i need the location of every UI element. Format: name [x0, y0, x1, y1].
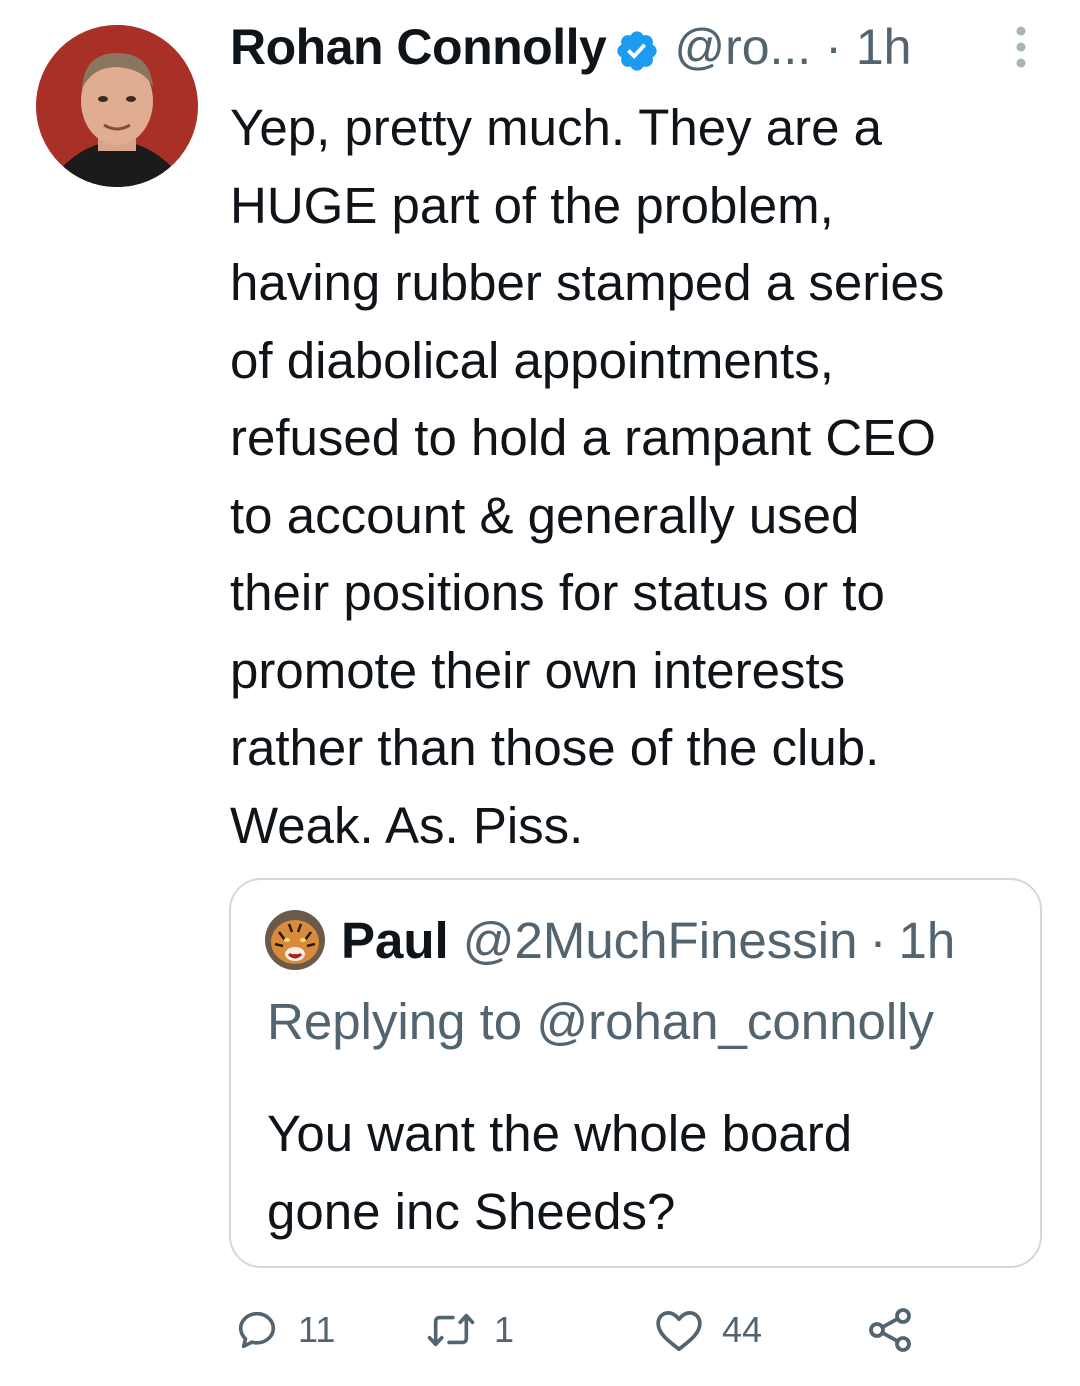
more-vertical-icon [1016, 26, 1026, 68]
tweet-text-line: their positions for status or to [230, 564, 885, 621]
like-button[interactable]: 44 [654, 1300, 762, 1360]
tweet-timestamp[interactable]: 1h [856, 14, 912, 80]
verified-badge-icon [614, 24, 660, 71]
quoted-author-handle[interactable]: @2MuchFinessin [463, 911, 858, 970]
retweet-button[interactable]: 1 [426, 1300, 514, 1360]
separator-dot: · [869, 911, 887, 969]
quoted-tweet-text-line: gone inc Sheeds? [267, 1183, 676, 1240]
tweet-header: Rohan Connolly @ro... · 1h [230, 14, 1040, 80]
tweet-text-line: Yep, pretty much. They are a [230, 99, 883, 156]
reply-icon [238, 1311, 276, 1349]
tweet-text-line: of diabolical appointments, [230, 331, 834, 389]
separator-dot: · [825, 19, 842, 75]
tiger-avatar-icon [265, 910, 325, 970]
author-avatar[interactable] [36, 25, 198, 187]
tweet-text-line: refused to hold a rampant CEO [230, 409, 936, 466]
quoted-tweet-header: Paul @2MuchFinessin · 1h [341, 908, 955, 972]
replying-to-label: Replying to @rohan_connolly [267, 993, 935, 1050]
quoted-tweet-timestamp[interactable]: 1h [898, 911, 955, 970]
heart-icon [656, 1311, 702, 1352]
quoted-author-display-name[interactable]: Paul [341, 911, 449, 970]
retweet-count: 1 [494, 1309, 515, 1350]
author-display-name[interactable]: Rohan Connolly [230, 14, 607, 80]
tweet-text-line: Weak. As. Piss. [230, 796, 584, 854]
more-options-button[interactable] [1012, 24, 1030, 70]
quoted-tweet-text-line: You want the whole board [267, 1105, 853, 1162]
quoted-author-avatar[interactable] [265, 910, 325, 970]
like-count: 44 [722, 1309, 763, 1350]
tweet-action-bar: 11 1 44 [230, 1300, 1030, 1360]
author-handle[interactable]: @ro... [674, 14, 811, 80]
tweet-text-line: to account & generally used [230, 486, 860, 544]
tweet-text-line: HUGE part of the problem, [230, 176, 834, 234]
tweet-text-line: having rubber stamped a series [230, 254, 945, 311]
quoted-tweet-card[interactable]: Paul @2MuchFinessin · 1h Replying to @ro… [229, 878, 1042, 1268]
reply-button[interactable]: 11 [234, 1300, 335, 1360]
quoted-tweet-text: You want the whole board gone inc Sheeds… [267, 1095, 852, 1251]
tweet-text: Yep, pretty much. They are a HUGE part o… [230, 89, 1060, 864]
tweet-text-line: promote their own interests [230, 641, 846, 699]
user-avatar-photo-icon [36, 25, 198, 187]
share-icon [869, 1308, 911, 1352]
share-button[interactable] [866, 1300, 914, 1360]
tweet-text-line: rather than those of the club. [230, 719, 880, 776]
reply-count: 11 [298, 1309, 336, 1350]
retweet-icon [427, 1313, 475, 1347]
